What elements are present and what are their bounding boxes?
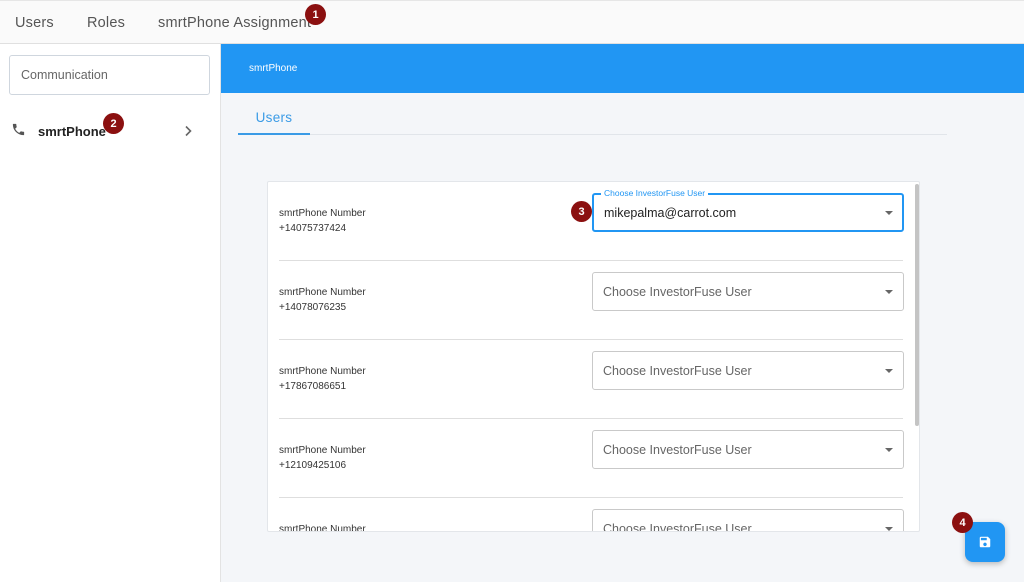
save-icon bbox=[979, 536, 991, 548]
sidebar-item-label: smrtPhone bbox=[38, 124, 106, 139]
number-label: smrtPhone Number bbox=[279, 287, 366, 298]
caret-down-icon bbox=[885, 290, 893, 294]
main-header: smrtPhone bbox=[221, 44, 1024, 93]
list-item: smrtPhone Number +12109425106 Choose Inv… bbox=[279, 419, 904, 498]
caret-down-icon bbox=[885, 448, 893, 452]
tab-roles[interactable]: Roles bbox=[87, 15, 125, 31]
caret-down-icon bbox=[885, 527, 893, 531]
chevron-right-icon bbox=[185, 125, 192, 137]
tab-smrtphone-assignment[interactable]: smrtPhone Assignment bbox=[158, 15, 311, 31]
list-item: smrtPhone Number +17867086651 Choose Inv… bbox=[279, 340, 904, 419]
page-title: smrtPhone bbox=[249, 63, 298, 74]
top-nav: Users Roles smrtPhone Assignment bbox=[0, 0, 1024, 44]
phone-icon bbox=[12, 123, 25, 136]
number-label: smrtPhone Number bbox=[279, 366, 366, 377]
caret-down-icon bbox=[885, 369, 893, 373]
select-value: Choose InvestorFuse User bbox=[603, 443, 752, 457]
phone-number: +14075737424 bbox=[279, 223, 347, 234]
select-value: Choose InvestorFuse User bbox=[603, 364, 752, 378]
assignment-list: smrtPhone Number +14075737424 Choose Inv… bbox=[267, 181, 920, 532]
user-select[interactable]: Choose InvestorFuse User bbox=[592, 509, 904, 532]
user-select[interactable]: Choose InvestorFuse User bbox=[592, 272, 904, 311]
tab-users-assignment[interactable]: Users bbox=[238, 110, 310, 135]
list-item: smrtPhone Number Choose InvestorFuse Use… bbox=[279, 498, 904, 532]
communication-search-input[interactable] bbox=[9, 55, 210, 95]
number-label: smrtPhone Number bbox=[279, 445, 366, 456]
phone-number: +17867086651 bbox=[279, 381, 347, 392]
user-select[interactable]: Choose InvestorFuse User bbox=[592, 430, 904, 469]
phone-number: +14078076235 bbox=[279, 302, 347, 313]
caret-down-icon bbox=[885, 211, 893, 215]
user-select[interactable]: Choose InvestorFuse User bbox=[592, 351, 904, 390]
annotation-marker-2: 2 bbox=[103, 113, 124, 134]
annotation-marker-1: 1 bbox=[305, 4, 326, 25]
list-item: smrtPhone Number +14078076235 Choose Inv… bbox=[279, 261, 904, 340]
tab-divider bbox=[310, 134, 947, 135]
select-value: Choose InvestorFuse User bbox=[603, 285, 752, 299]
user-select[interactable]: Choose InvestorFuse User mikepalma@carro… bbox=[592, 188, 904, 232]
phone-number: +12109425106 bbox=[279, 460, 347, 471]
select-float-label: Choose InvestorFuse User bbox=[601, 188, 709, 198]
number-label: smrtPhone Number bbox=[279, 524, 366, 532]
annotation-marker-3: 3 bbox=[571, 201, 592, 222]
scrollbar[interactable] bbox=[915, 184, 919, 426]
list-item: smrtPhone Number +14075737424 Choose Inv… bbox=[279, 182, 904, 261]
select-value: Choose InvestorFuse User bbox=[603, 522, 752, 532]
number-label: smrtPhone Number bbox=[279, 208, 366, 219]
select-value: mikepalma@carrot.com bbox=[604, 206, 737, 220]
tab-users[interactable]: Users bbox=[15, 15, 54, 31]
annotation-marker-4: 4 bbox=[952, 512, 973, 533]
